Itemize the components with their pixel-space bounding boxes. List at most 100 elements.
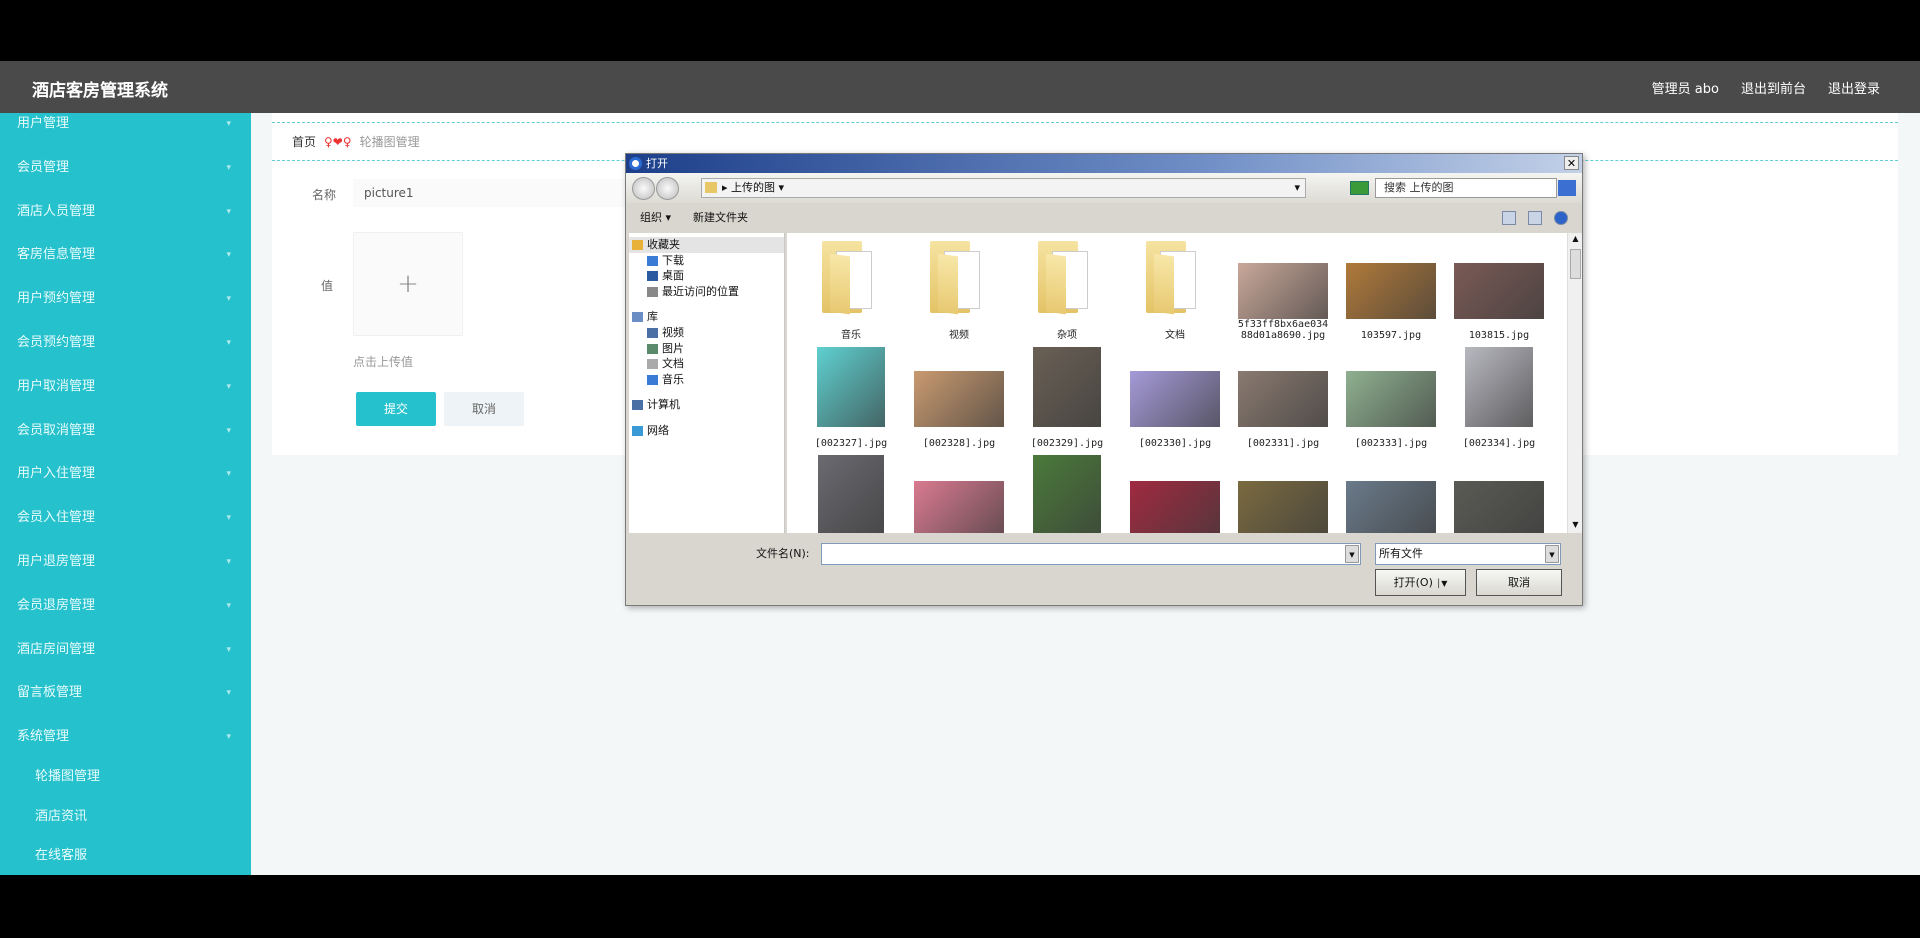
file-item[interactable]: 103815.jpg [1445,233,1553,341]
file-item[interactable]: [002329].jpg [1013,341,1121,449]
dialog-cancel-button[interactable]: 取消 [1476,569,1562,596]
sidebar-item-label: 用户入住管理 [17,466,96,482]
file-item[interactable]: [002327].jpg [797,341,905,449]
tree-item[interactable]: 下载 [629,253,784,269]
file-name: [002333].jpg [1354,438,1428,449]
file-item[interactable]: 杂项 [1013,233,1121,341]
sidebar-item[interactable]: 系统管理 ▾ [0,722,251,752]
sidebar-subitem-label: 轮播图管理 [35,769,101,784]
sidebar-item[interactable]: 会员预约管理 ▾ [0,328,251,358]
file-item[interactable]: 视频 [905,233,1013,341]
file-item[interactable] [1013,449,1121,533]
file-item[interactable]: 音乐 [797,233,905,341]
chevron-down-icon: ▾ [226,513,231,524]
image-thumbnail [817,347,885,427]
dialog-titlebar[interactable]: 打开 ✕ [626,154,1582,173]
submit-button[interactable]: 提交 [356,392,436,426]
tree-item-label: 收藏夹 [647,238,680,251]
tree-item[interactable]: 图片 [629,341,784,357]
file-item[interactable] [1121,449,1229,533]
tree-item-label: 视频 [662,325,684,339]
sidebar-item[interactable]: 客房信息管理 ▾ [0,240,251,270]
preview-pane-icon[interactable] [1528,211,1542,225]
back-button[interactable] [632,177,655,200]
tree-item[interactable]: 桌面 [629,268,784,284]
new-folder-button[interactable]: 新建文件夹 [693,207,748,229]
file-grid-scrollbar[interactable]: ▲ ▼ [1567,233,1582,533]
forward-button[interactable] [656,177,679,200]
refresh-icon[interactable] [1350,181,1369,195]
sidebar-item[interactable]: 用户管理 ▾ [0,113,251,139]
filetype-select[interactable]: 所有文件 ▼ [1375,543,1561,565]
path-folder[interactable]: 上传的图 [731,181,775,194]
sidebar-subitem[interactable]: 轮播图管理 [0,762,251,792]
tree-item[interactable]: 音乐 [629,372,784,388]
sidebar-item[interactable]: 会员管理 ▾ [0,153,251,183]
chevron-down-icon: ▾ [226,162,231,173]
chevron-down-icon[interactable]: ▾ [1294,179,1300,197]
tree-item[interactable]: 视频 [629,325,784,341]
sidebar-item[interactable]: 会员取消管理 ▾ [0,416,251,446]
search-input[interactable]: 搜索 上传的图 [1375,178,1557,198]
sidebar-item[interactable]: 酒店人员管理 ▾ [0,197,251,227]
logout-link[interactable]: 退出登录 [1828,78,1880,97]
view-options-icon[interactable] [1502,211,1516,225]
image-upload-box[interactable]: + [353,232,463,336]
tree-item[interactable]: 文档 [629,356,784,372]
image-thumbnail [1238,371,1328,427]
file-name: [002328].jpg [922,438,996,449]
tree-item-icon [632,425,643,436]
file-item[interactable] [797,449,905,533]
heart-icon: ♀❤♀ [324,134,352,149]
sidebar-item[interactable]: 用户退房管理 ▾ [0,547,251,577]
help-icon[interactable] [1554,211,1568,225]
file-item[interactable]: [002330].jpg [1121,341,1229,449]
scroll-up-icon[interactable]: ▲ [1570,234,1581,246]
chevron-down-icon[interactable]: ▼ [1545,545,1559,563]
image-thumbnail [1130,481,1220,533]
file-item[interactable]: 5f33ff8bx6ae034 88d01a8690.jpg [1229,233,1337,341]
sidebar-item[interactable]: 会员入住管理 ▾ [0,503,251,533]
back-to-front-link[interactable]: 退出到前台 [1741,78,1806,97]
sidebar-item[interactable]: 用户入住管理 ▾ [0,459,251,489]
file-item[interactable] [1445,449,1553,533]
scroll-thumb[interactable] [1570,249,1581,279]
file-item[interactable] [1229,449,1337,533]
sidebar-item[interactable]: 会员退房管理 ▾ [0,591,251,621]
close-icon[interactable]: ✕ [1564,156,1579,170]
chevron-down-icon[interactable]: │▼ [1436,579,1447,588]
search-icon[interactable] [1558,180,1576,196]
file-item[interactable] [1337,449,1445,533]
open-button[interactable]: 打开(O) │▼ [1375,569,1466,596]
file-item[interactable] [905,449,1013,533]
sidebar-subitem[interactable]: 在线客服 [0,841,251,871]
path-breadcrumb[interactable]: ▸ 上传的图 ▾ ▾ [701,178,1306,198]
file-item[interactable]: [002331].jpg [1229,341,1337,449]
tree-item[interactable]: 网络 [629,423,784,439]
sidebar-item[interactable]: 留言板管理 ▾ [0,678,251,708]
filename-input[interactable]: ▼ [821,543,1361,565]
file-item[interactable]: [002334].jpg [1445,341,1553,449]
scroll-down-icon[interactable]: ▼ [1570,520,1581,532]
file-item[interactable]: [002333].jpg [1337,341,1445,449]
sidebar-item-label: 会员入住管理 [17,510,96,526]
cancel-button[interactable]: 取消 [444,392,524,426]
sidebar-item[interactable]: 酒店房间管理 ▾ [0,635,251,665]
tree-item[interactable]: 最近访问的位置 [629,284,784,300]
organize-menu[interactable]: 组织 ▾ [640,207,671,229]
tree-item[interactable]: 计算机 [629,397,784,413]
file-item[interactable]: 文档 [1121,233,1229,341]
sidebar-subitem[interactable]: 酒店资讯 [0,802,251,832]
image-thumbnail [1346,263,1436,319]
chevron-down-icon: ▾ [226,644,231,655]
sidebar-item[interactable]: 用户预约管理 ▾ [0,284,251,314]
tree-item[interactable]: 库 [629,309,784,325]
sidebar-item[interactable]: 用户取消管理 ▾ [0,372,251,402]
file-item[interactable]: 103597.jpg [1337,233,1445,341]
image-thumbnail [1238,481,1328,533]
breadcrumb-home[interactable]: 首页 [292,133,316,150]
file-item[interactable]: [002328].jpg [905,341,1013,449]
tree-item[interactable]: 收藏夹 [629,237,784,253]
chevron-down-icon[interactable]: ▼ [1345,545,1359,563]
